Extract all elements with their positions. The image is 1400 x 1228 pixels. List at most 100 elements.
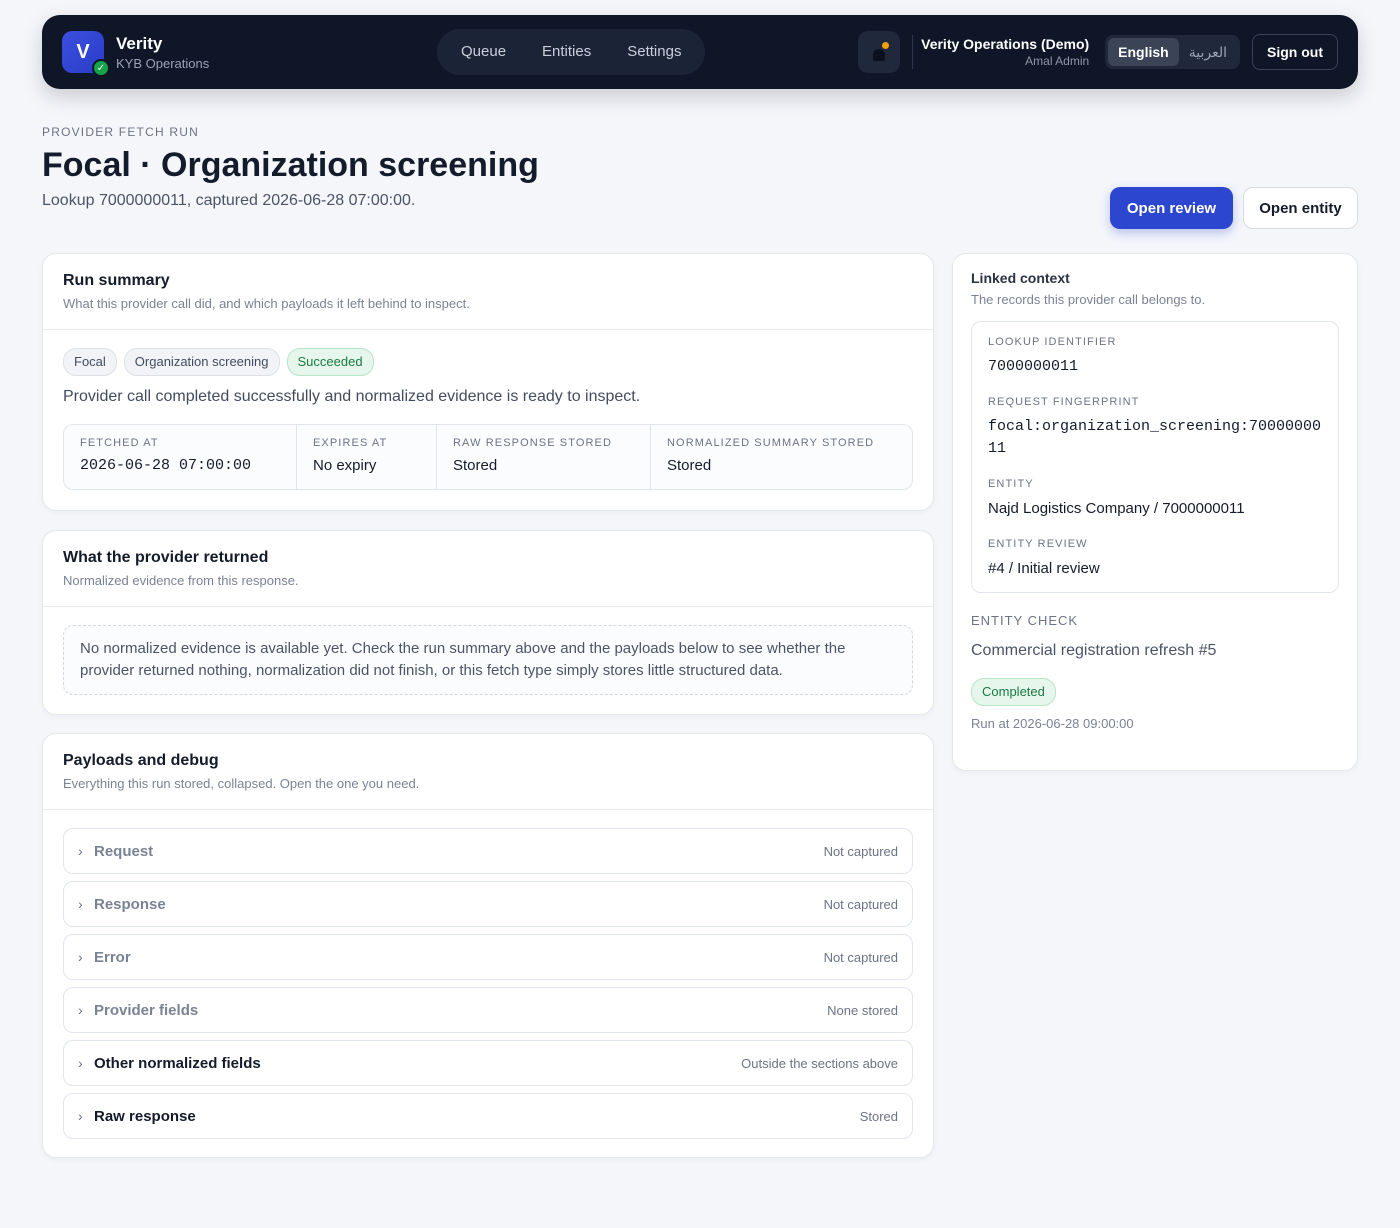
payload-status: Not captured: [823, 896, 898, 912]
sign-out-button[interactable]: Sign out: [1252, 34, 1338, 70]
entity-check-name[interactable]: Commercial registration refresh #5: [971, 642, 1339, 660]
card-title: Payloads and debug: [63, 752, 219, 769]
payload-provider-fields[interactable]: › Provider fields None stored: [63, 987, 913, 1033]
card-header: What the provider returned Normalized ev…: [43, 531, 933, 607]
card-header: Payloads and debug Everything this run s…: [43, 734, 933, 810]
stat-label: FETCHED AT: [80, 437, 159, 449]
chevron-right-icon: ›: [78, 949, 83, 965]
field-value: #4 / Initial review: [988, 560, 1100, 577]
top-navigation-bar: V ✓ Verity KYB Operations Queue Entities…: [42, 15, 1358, 89]
entity-check-label: ENTITY CHECK: [971, 613, 1079, 628]
run-description: Provider call completed successfully and…: [63, 388, 641, 405]
bell-icon: [873, 49, 886, 61]
divider: [912, 35, 914, 69]
entity-check-status-badge: Completed: [971, 678, 1056, 706]
app-logo: V ✓: [62, 31, 110, 77]
payload-status: None stored: [827, 1002, 898, 1018]
field-label: ENTITY REVIEW: [988, 538, 1088, 550]
chevron-right-icon: ›: [78, 1108, 83, 1124]
empty-state: No normalized evidence is available yet.…: [63, 625, 913, 695]
payload-label: Response: [94, 895, 166, 913]
payload-request[interactable]: › Request Not captured: [63, 828, 913, 874]
field-label: ENTITY: [988, 478, 1034, 490]
entity-review-link[interactable]: ENTITY REVIEW #4 / Initial review: [988, 538, 1322, 580]
payload-label: Error: [94, 948, 131, 966]
card-subtitle: Everything this run stored, collapsed. O…: [63, 776, 420, 791]
stat-value: No expiry: [313, 457, 377, 474]
stat-value: Stored: [453, 457, 498, 474]
notifications-button[interactable]: [858, 31, 901, 73]
payload-label: Request: [94, 842, 154, 860]
payload-other-normalized-fields[interactable]: › Other normalized fields Outside the se…: [63, 1040, 913, 1086]
payload-raw-response[interactable]: › Raw response Stored: [63, 1093, 913, 1139]
language-switcher: English العربية: [1105, 35, 1240, 69]
lang-english-button[interactable]: English: [1108, 38, 1179, 66]
chevron-right-icon: ›: [78, 1002, 83, 1018]
provider-returned-card: What the provider returned Normalized ev…: [42, 530, 934, 715]
logo-letter: V: [76, 40, 90, 63]
nav-item-settings[interactable]: Settings: [609, 29, 699, 75]
brand[interactable]: V ✓ Verity KYB Operations: [62, 31, 437, 77]
payload-status: Not captured: [823, 843, 898, 859]
stat-value: Stored: [667, 457, 712, 474]
run-tags: Focal Organization screening Succeeded: [43, 330, 933, 376]
stat-raw-response: RAW RESPONSE STORED Stored: [437, 425, 651, 489]
page-eyebrow: PROVIDER FETCH RUN: [42, 125, 199, 139]
field-label: LOOKUP IDENTIFIER: [988, 336, 1117, 348]
payload-error[interactable]: › Error Not captured: [63, 934, 913, 980]
chevron-right-icon: ›: [78, 843, 83, 859]
payloads-card: Payloads and debug Everything this run s…: [42, 733, 934, 1158]
user-name: Amal Admin: [1025, 54, 1090, 68]
field-value: focal:organization_screening:7000000011: [988, 418, 1322, 457]
payload-status: Outside the sections above: [741, 1055, 898, 1071]
field-label: REQUEST FINGERPRINT: [988, 396, 1140, 408]
card-title: What the provider returned: [63, 549, 269, 566]
payload-label: Other normalized fields: [94, 1054, 261, 1072]
payload-response[interactable]: › Response Not captured: [63, 881, 913, 927]
card-title: Linked context: [971, 270, 1070, 286]
stat-value: 2026-06-28 07:00:00: [80, 457, 252, 474]
app-name: Verity: [116, 33, 163, 53]
payload-label: Provider fields: [94, 1001, 199, 1019]
stat-fetched-at: FETCHED AT 2026-06-28 07:00:00: [64, 425, 297, 489]
provider-tag: Focal: [63, 348, 117, 376]
card-subtitle: Normalized evidence from this response.: [63, 573, 299, 588]
payload-list: › Request Not captured › Response Not ca…: [43, 810, 933, 1139]
account-info: Verity Operations (Demo) Amal Admin: [921, 36, 1089, 68]
payload-status: Stored: [859, 1108, 898, 1124]
card-title: Run summary: [63, 272, 170, 289]
stat-label: RAW RESPONSE STORED: [453, 437, 613, 449]
payload-status: Not captured: [823, 949, 898, 965]
chevron-right-icon: ›: [78, 896, 83, 912]
page-subtitle: Lookup 7000000011, captured 2026-06-28 0…: [42, 192, 416, 209]
stat-normalized-summary: NORMALIZED SUMMARY STORED Stored: [651, 425, 912, 489]
stat-expires-at: EXPIRES AT No expiry: [297, 425, 437, 489]
stat-label: EXPIRES AT: [313, 437, 388, 449]
request-fingerprint: REQUEST FINGERPRINT focal:organization_s…: [988, 396, 1322, 460]
stat-label: NORMALIZED SUMMARY STORED: [667, 437, 875, 449]
chevron-right-icon: ›: [78, 1055, 83, 1071]
nav-item-entities[interactable]: Entities: [524, 29, 609, 75]
open-entity-button[interactable]: Open entity: [1243, 187, 1358, 229]
card-header: Run summary What this provider call did,…: [43, 254, 933, 330]
run-stats: FETCHED AT 2026-06-28 07:00:00 EXPIRES A…: [63, 424, 913, 490]
notification-dot: [882, 42, 890, 49]
field-value: 7000000011: [988, 358, 1079, 375]
card-header: Linked context The records this provider…: [953, 254, 1357, 307]
entity-link[interactable]: ENTITY Najd Logistics Company / 70000000…: [988, 478, 1322, 520]
lang-arabic-button[interactable]: العربية: [1179, 38, 1237, 66]
fetch-type-tag: Organization screening: [123, 348, 280, 376]
card-subtitle: What this provider call did, and which p…: [63, 296, 470, 311]
open-review-button[interactable]: Open review: [1110, 187, 1233, 229]
verified-check-icon: ✓: [92, 59, 110, 77]
app-subtitle: KYB Operations: [116, 55, 210, 71]
status-badge: Succeeded: [286, 348, 374, 376]
header-actions: Verity Operations (Demo) Amal Admin Engl…: [858, 31, 1338, 73]
card-subtitle: The records this provider call belongs t…: [971, 292, 1206, 307]
entity-check-run-at: Run at 2026-06-28 09:00:00: [971, 716, 1134, 731]
lookup-identifier: LOOKUP IDENTIFIER 7000000011: [988, 336, 1322, 378]
main-nav: Queue Entities Settings: [437, 29, 706, 75]
nav-item-queue[interactable]: Queue: [443, 29, 524, 75]
field-value: Najd Logistics Company / 7000000011: [988, 500, 1245, 517]
page-title: Focal · Organization screening: [42, 146, 539, 184]
